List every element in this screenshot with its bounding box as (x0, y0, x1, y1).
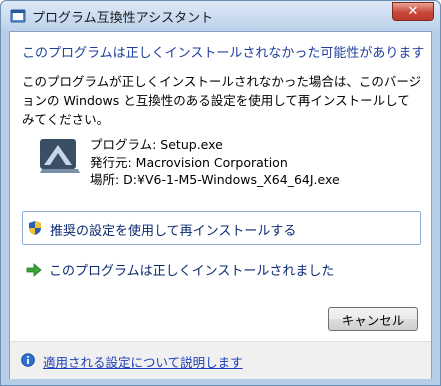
program-compatibility-icon (10, 9, 26, 23)
title-bar[interactable]: プログラム互換性アシスタント ✕ (1, 1, 440, 31)
main-instruction: このプログラムは正しくインストールされなかった可能性があります (22, 46, 425, 61)
installer-icon (40, 139, 80, 173)
cancel-button[interactable]: キャンセル (328, 307, 418, 331)
reinstall-option-label: 推奨の設定を使用して再インストールする (50, 224, 297, 239)
description-text: このプログラムが正しくインストールされなかった場合は、このバージョンの Wind… (22, 74, 422, 127)
window-title: プログラム互換性アシスタント (32, 11, 214, 26)
close-button[interactable]: ✕ (392, 2, 434, 21)
program-location: 場所: D:¥V6-1-M5-Windows_X64_64J.exe (90, 172, 340, 187)
installed-option-label: このプログラムは正しくインストールされました (49, 264, 335, 279)
program-info: プログラム: Setup.exe 発行元: Macrovision Corpor… (90, 136, 340, 189)
uac-shield-icon (29, 221, 41, 235)
green-arrow-icon (26, 263, 42, 277)
program-name: プログラム: Setup.exe (90, 137, 223, 152)
installed-correctly-option[interactable]: このプログラムは正しくインストールされました (22, 257, 421, 285)
info-icon (21, 353, 35, 367)
footer-bar: 適用される設定について説明します (10, 341, 431, 379)
dialog-body: このプログラムは正しくインストールされなかった可能性があります このプログラムが… (9, 31, 432, 379)
program-publisher: 発行元: Macrovision Corporation (90, 154, 288, 170)
settings-help-link[interactable]: 適用される設定について説明します (43, 352, 243, 371)
reinstall-recommended-option[interactable]: 推奨の設定を使用して再インストールする (22, 211, 421, 245)
dialog-window: プログラム互換性アシスタント ✕ このプログラムは正しくインストールされなかった… (0, 0, 441, 386)
